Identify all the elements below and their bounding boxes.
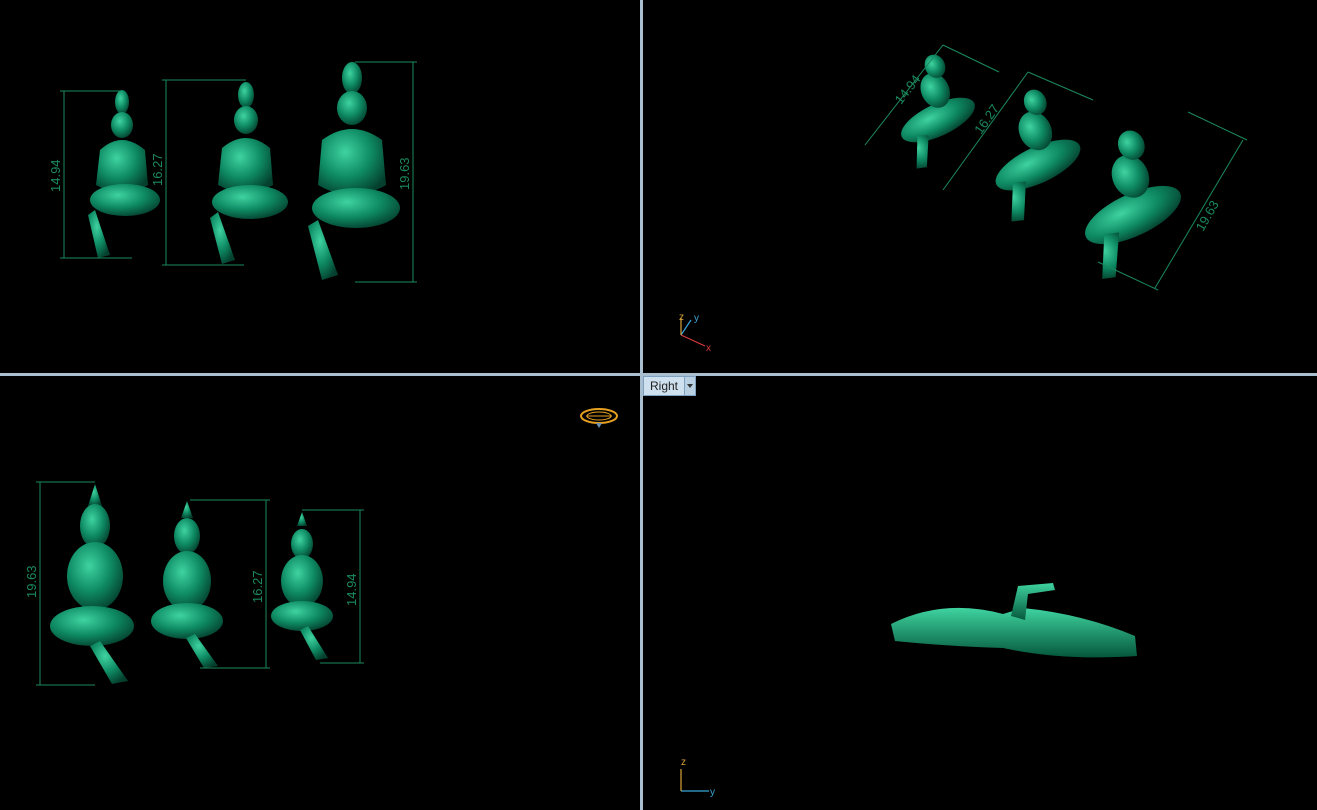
viewport-bottom-left[interactable]: 19.63 16.27 14.94 — [0, 376, 640, 810]
viewport-top-left[interactable]: 14.94 16.27 19.63 — [0, 0, 640, 373]
figure-large-back[interactable] — [50, 484, 134, 684]
figure-medium[interactable] — [964, 81, 1098, 225]
figure-small-back[interactable] — [271, 512, 333, 660]
dimension-label: 19.63 — [24, 565, 39, 598]
svg-text:z: z — [679, 312, 684, 323]
viewport-title-tab[interactable]: Right — [643, 376, 697, 396]
dimension-label: 16.27 — [250, 570, 265, 603]
axis-triad-icon: z y x — [679, 312, 711, 354]
dimension-label: 14.94 — [48, 159, 63, 192]
viewport-title-label[interactable]: Right — [644, 377, 684, 395]
figure-side-view[interactable] — [891, 583, 1137, 658]
viewport-bottom-left-canvas: 19.63 16.27 14.94 — [24, 408, 618, 686]
dimension-label: 14.94 — [892, 72, 924, 107]
dimension-label: 16.27 — [150, 153, 165, 186]
dimension-label: 19.63 — [1193, 198, 1222, 234]
dimension-label: 14.94 — [344, 573, 359, 606]
svg-text:y: y — [694, 313, 699, 324]
axis-triad-icon: z y — [680, 757, 715, 798]
figure-medium-back[interactable] — [151, 501, 223, 668]
dropdown-arrow-icon[interactable] — [684, 377, 696, 395]
dimension-label: 16.27 — [971, 101, 1002, 136]
dimension-label: 19.63 — [397, 157, 412, 190]
figure-medium[interactable] — [210, 82, 288, 264]
viewport-bottom-right[interactable]: z y — [643, 376, 1317, 810]
viewport-top-left-canvas: 14.94 16.27 19.63 — [48, 61, 417, 283]
svg-text:x: x — [706, 343, 711, 354]
viewport-top-right-canvas: 14.94 16.27 19.63 z y x — [679, 44, 1248, 354]
gumball-icon[interactable] — [580, 408, 618, 428]
viewport-splitter-vertical[interactable] — [640, 0, 643, 810]
viewport-top-right[interactable]: 14.94 16.27 19.63 z y x — [643, 0, 1317, 373]
viewport-bottom-right-canvas: z y — [680, 583, 1137, 798]
svg-text:y: y — [710, 787, 715, 798]
figure-large[interactable] — [308, 62, 400, 280]
svg-text:z: z — [681, 757, 686, 768]
